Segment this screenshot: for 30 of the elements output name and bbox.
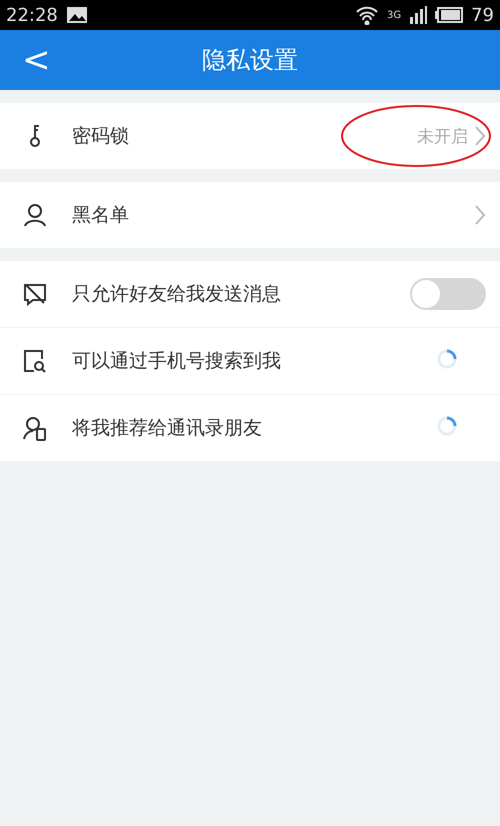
signal-icon [409,6,428,24]
key-icon [29,125,41,147]
network-type: 3G [386,10,402,20]
person-phone-icon [22,415,48,441]
battery-icon [435,6,464,24]
toggle-switch[interactable] [410,278,486,310]
setting-label: 将我推荐给通讯录朋友 [72,416,263,441]
setting-label: 可以通过手机号搜索到我 [72,349,282,374]
setting-label: 密码锁 [72,124,130,149]
chevron-right-icon [474,204,486,226]
settings-row[interactable]: 只允许好友给我发送消息 [0,261,500,327]
battery-percent: 79 [471,4,494,26]
settings-row[interactable]: 黑名单 [0,182,500,248]
setting-value: 未开启 [417,126,468,148]
chevron-right-icon [474,125,486,147]
back-button[interactable]: < [14,40,58,80]
image-icon [66,6,88,24]
wifi-icon [354,5,379,25]
setting-label: 只允许好友给我发送消息 [72,282,282,307]
status-time: 22:28 [6,4,58,26]
settings-row[interactable]: 将我推荐给通讯录朋友 [0,394,500,461]
settings-row[interactable]: 可以通过手机号搜索到我 [0,327,500,394]
loading-spinner-icon [436,415,458,437]
settings-row[interactable]: 密码锁 未开启 [0,103,500,169]
setting-label: 黑名单 [72,203,130,228]
message-off-icon [22,281,48,307]
person-icon [22,202,48,228]
loading-spinner-icon [436,348,458,370]
page-title: 隐私设置 [202,45,298,76]
phone-search-icon [22,348,48,374]
